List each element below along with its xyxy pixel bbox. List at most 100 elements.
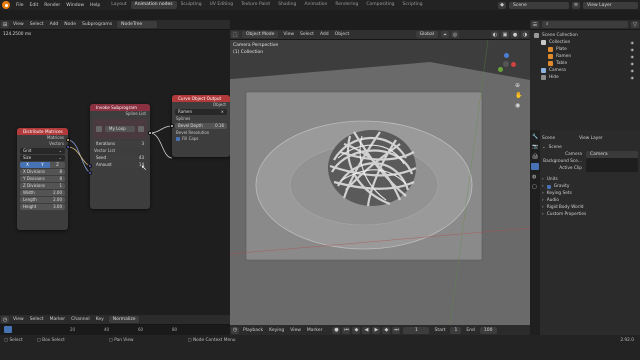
node-menu-add[interactable]: Add <box>47 22 62 27</box>
gravity-panel-header[interactable]: › Gravity <box>542 183 638 190</box>
pan-hand-icon[interactable]: ✋ <box>515 92 522 99</box>
seed-field[interactable]: Seed 43 <box>93 155 147 161</box>
scene-section-header[interactable]: ⌄ Scene <box>542 144 638 151</box>
outliner-row[interactable]: Collection ◉ <box>530 39 640 46</box>
3d-viewport[interactable]: Camera Perspective (1) Collection ⊕ ✋ ◉ <box>230 40 530 325</box>
subprogram-selector[interactable]: My Loop <box>93 119 147 139</box>
distribute-matrices-node[interactable]: Distribute Matrices Matrices Vectors Gri… <box>17 128 68 230</box>
xray-icon[interactable]: ▣ <box>501 31 509 38</box>
visibility-eye-icon[interactable]: ◉ <box>631 67 635 74</box>
scene-selector[interactable]: Scene <box>509 1 569 9</box>
visibility-eye-icon[interactable]: ◉ <box>631 39 635 46</box>
z-axis-icon[interactable] <box>504 53 509 58</box>
outliner-row[interactable]: Camera ◉ <box>530 67 640 74</box>
tab-sculpting[interactable]: Sculpting <box>177 1 206 9</box>
z-divisions-field[interactable]: Z Divisions 1 <box>20 183 65 189</box>
object-selector[interactable]: Ramen × <box>175 109 227 115</box>
object-mode-dropdown[interactable]: Object Mode <box>242 31 279 38</box>
timeline-menu-marker[interactable]: Marker <box>304 328 326 333</box>
menu-help[interactable]: Help <box>87 3 103 8</box>
tab-animation[interactable]: Animation <box>300 1 331 9</box>
viewport-menu-view[interactable]: View <box>280 32 297 37</box>
length-field[interactable]: Length 2.00 <box>20 197 65 203</box>
scene-icon[interactable]: ◆ <box>498 1 506 9</box>
background-scene-selector[interactable] <box>586 158 638 165</box>
record-icon[interactable]: ● <box>332 326 341 334</box>
visibility-eye-icon[interactable]: ◉ <box>631 74 635 81</box>
node-tree-selector[interactable]: NodeTree <box>117 21 158 28</box>
play-reverse-icon[interactable]: ◀ <box>362 326 371 334</box>
next-key-icon[interactable]: ◆ <box>382 326 391 334</box>
node-menu-subprograms[interactable]: Subprograms <box>79 22 115 27</box>
keying-sets-panel-header[interactable]: › Keying Sets <box>542 190 638 197</box>
camera-view-icon[interactable]: ◉ <box>515 102 520 109</box>
viewport-menu-select[interactable]: Select <box>297 32 317 37</box>
matrices-socket[interactable] <box>66 138 70 142</box>
navigation-gizmo[interactable] <box>494 52 518 76</box>
render-tab-icon[interactable]: 📷 <box>532 144 538 150</box>
menu-window[interactable]: Window <box>63 3 87 8</box>
view-layer-selector[interactable]: View Layer <box>583 1 638 9</box>
axis-x-toggle[interactable]: X <box>20 162 35 168</box>
tool-tab-icon[interactable]: 🔧 <box>532 134 538 140</box>
tab-texture-paint[interactable]: Texture Paint <box>237 1 274 9</box>
viewport-menu-object[interactable]: Object <box>332 32 353 37</box>
object-tab-icon[interactable]: ▢ <box>532 184 537 190</box>
node-menu-node[interactable]: Node <box>61 22 79 27</box>
active-clip-selector[interactable] <box>586 165 638 172</box>
node-menu-view[interactable]: View <box>10 22 27 27</box>
bevel-depth-field[interactable]: Bevel Depth 0.16 <box>175 123 227 129</box>
prev-key-icon[interactable]: ◆ <box>352 326 361 334</box>
splines-socket[interactable] <box>170 124 174 128</box>
outliner-row[interactable]: Table ◉ <box>530 60 640 67</box>
timeline-menu-keying[interactable]: Keying <box>266 328 287 333</box>
tab-uv-editing[interactable]: UV Editing <box>206 1 237 9</box>
scene-tab-icon[interactable] <box>531 163 539 170</box>
new-loop-icon[interactable] <box>138 126 144 132</box>
footer-menu-key[interactable]: Key <box>93 317 107 322</box>
node-editor-canvas[interactable]: 124.2500 ms Distribute Matrices Matrices… <box>0 30 230 315</box>
checkbox-icon[interactable] <box>176 137 180 141</box>
x-divisions-field[interactable]: X Divisions 8 <box>20 169 65 175</box>
tab-shading[interactable]: Shading <box>274 1 300 9</box>
jump-start-icon[interactable]: ⏮ <box>342 326 351 334</box>
x-axis-icon[interactable] <box>511 62 516 67</box>
editor-type-icon[interactable]: ☰ <box>531 21 539 28</box>
start-frame-field[interactable]: 1 <box>450 326 462 334</box>
snap-icon[interactable]: ⌖ <box>441 31 449 38</box>
play-icon[interactable]: ▶ <box>372 326 381 334</box>
end-frame-field[interactable]: 100 <box>479 326 497 334</box>
custom-properties-panel-header[interactable]: › Custom Properties <box>542 211 638 218</box>
visibility-eye-icon[interactable]: ◉ <box>631 46 635 53</box>
current-frame-field[interactable]: 1 <box>403 326 430 334</box>
tab-scripting[interactable]: Scripting <box>399 1 427 9</box>
editor-type-icon[interactable]: ⊞ <box>1 21 9 28</box>
y-axis-icon[interactable] <box>498 67 503 72</box>
tab-rendering[interactable]: Rendering <box>331 1 362 9</box>
footer-menu-select[interactable]: Select <box>27 317 47 322</box>
footer-menu-marker[interactable]: Marker <box>47 317 69 322</box>
size-dropdown[interactable]: Size ⌄ <box>20 155 65 161</box>
footer-menu-view[interactable]: View <box>10 317 27 322</box>
units-panel-header[interactable]: › Units <box>542 176 638 183</box>
iterations-field[interactable]: Iterations 3 <box>93 141 147 147</box>
axis-z-toggle[interactable]: Z <box>50 162 65 168</box>
dopesheet-ruler[interactable]: 20 40 60 80 <box>0 325 230 335</box>
node-title[interactable]: Invoke Subprogram <box>90 104 150 111</box>
width-field[interactable]: Width 2.00 <box>20 190 65 196</box>
camera-selector[interactable]: Camera <box>586 151 638 158</box>
seed-socket[interactable] <box>88 164 92 168</box>
outliner-search-input[interactable]: ⌕ <box>542 21 628 28</box>
outliner-row[interactable]: Hide ◉ <box>530 74 640 81</box>
menu-edit[interactable]: Edit <box>27 3 42 8</box>
normalize-toggle[interactable]: Normalize <box>108 316 140 323</box>
audio-panel-header[interactable]: › Audio <box>542 197 638 204</box>
spline-list-socket[interactable] <box>148 131 152 135</box>
y-divisions-field[interactable]: Y Divisions 8 <box>20 176 65 182</box>
visibility-eye-icon[interactable]: ◉ <box>631 53 635 60</box>
outliner-row[interactable]: Ramen ◉ <box>530 53 640 60</box>
gravity-checkbox[interactable] <box>546 184 551 189</box>
height-field[interactable]: Height 3.00 <box>20 204 65 210</box>
axis-y-toggle[interactable]: Y <box>35 162 50 168</box>
timeline-menu-view[interactable]: View <box>287 328 304 333</box>
